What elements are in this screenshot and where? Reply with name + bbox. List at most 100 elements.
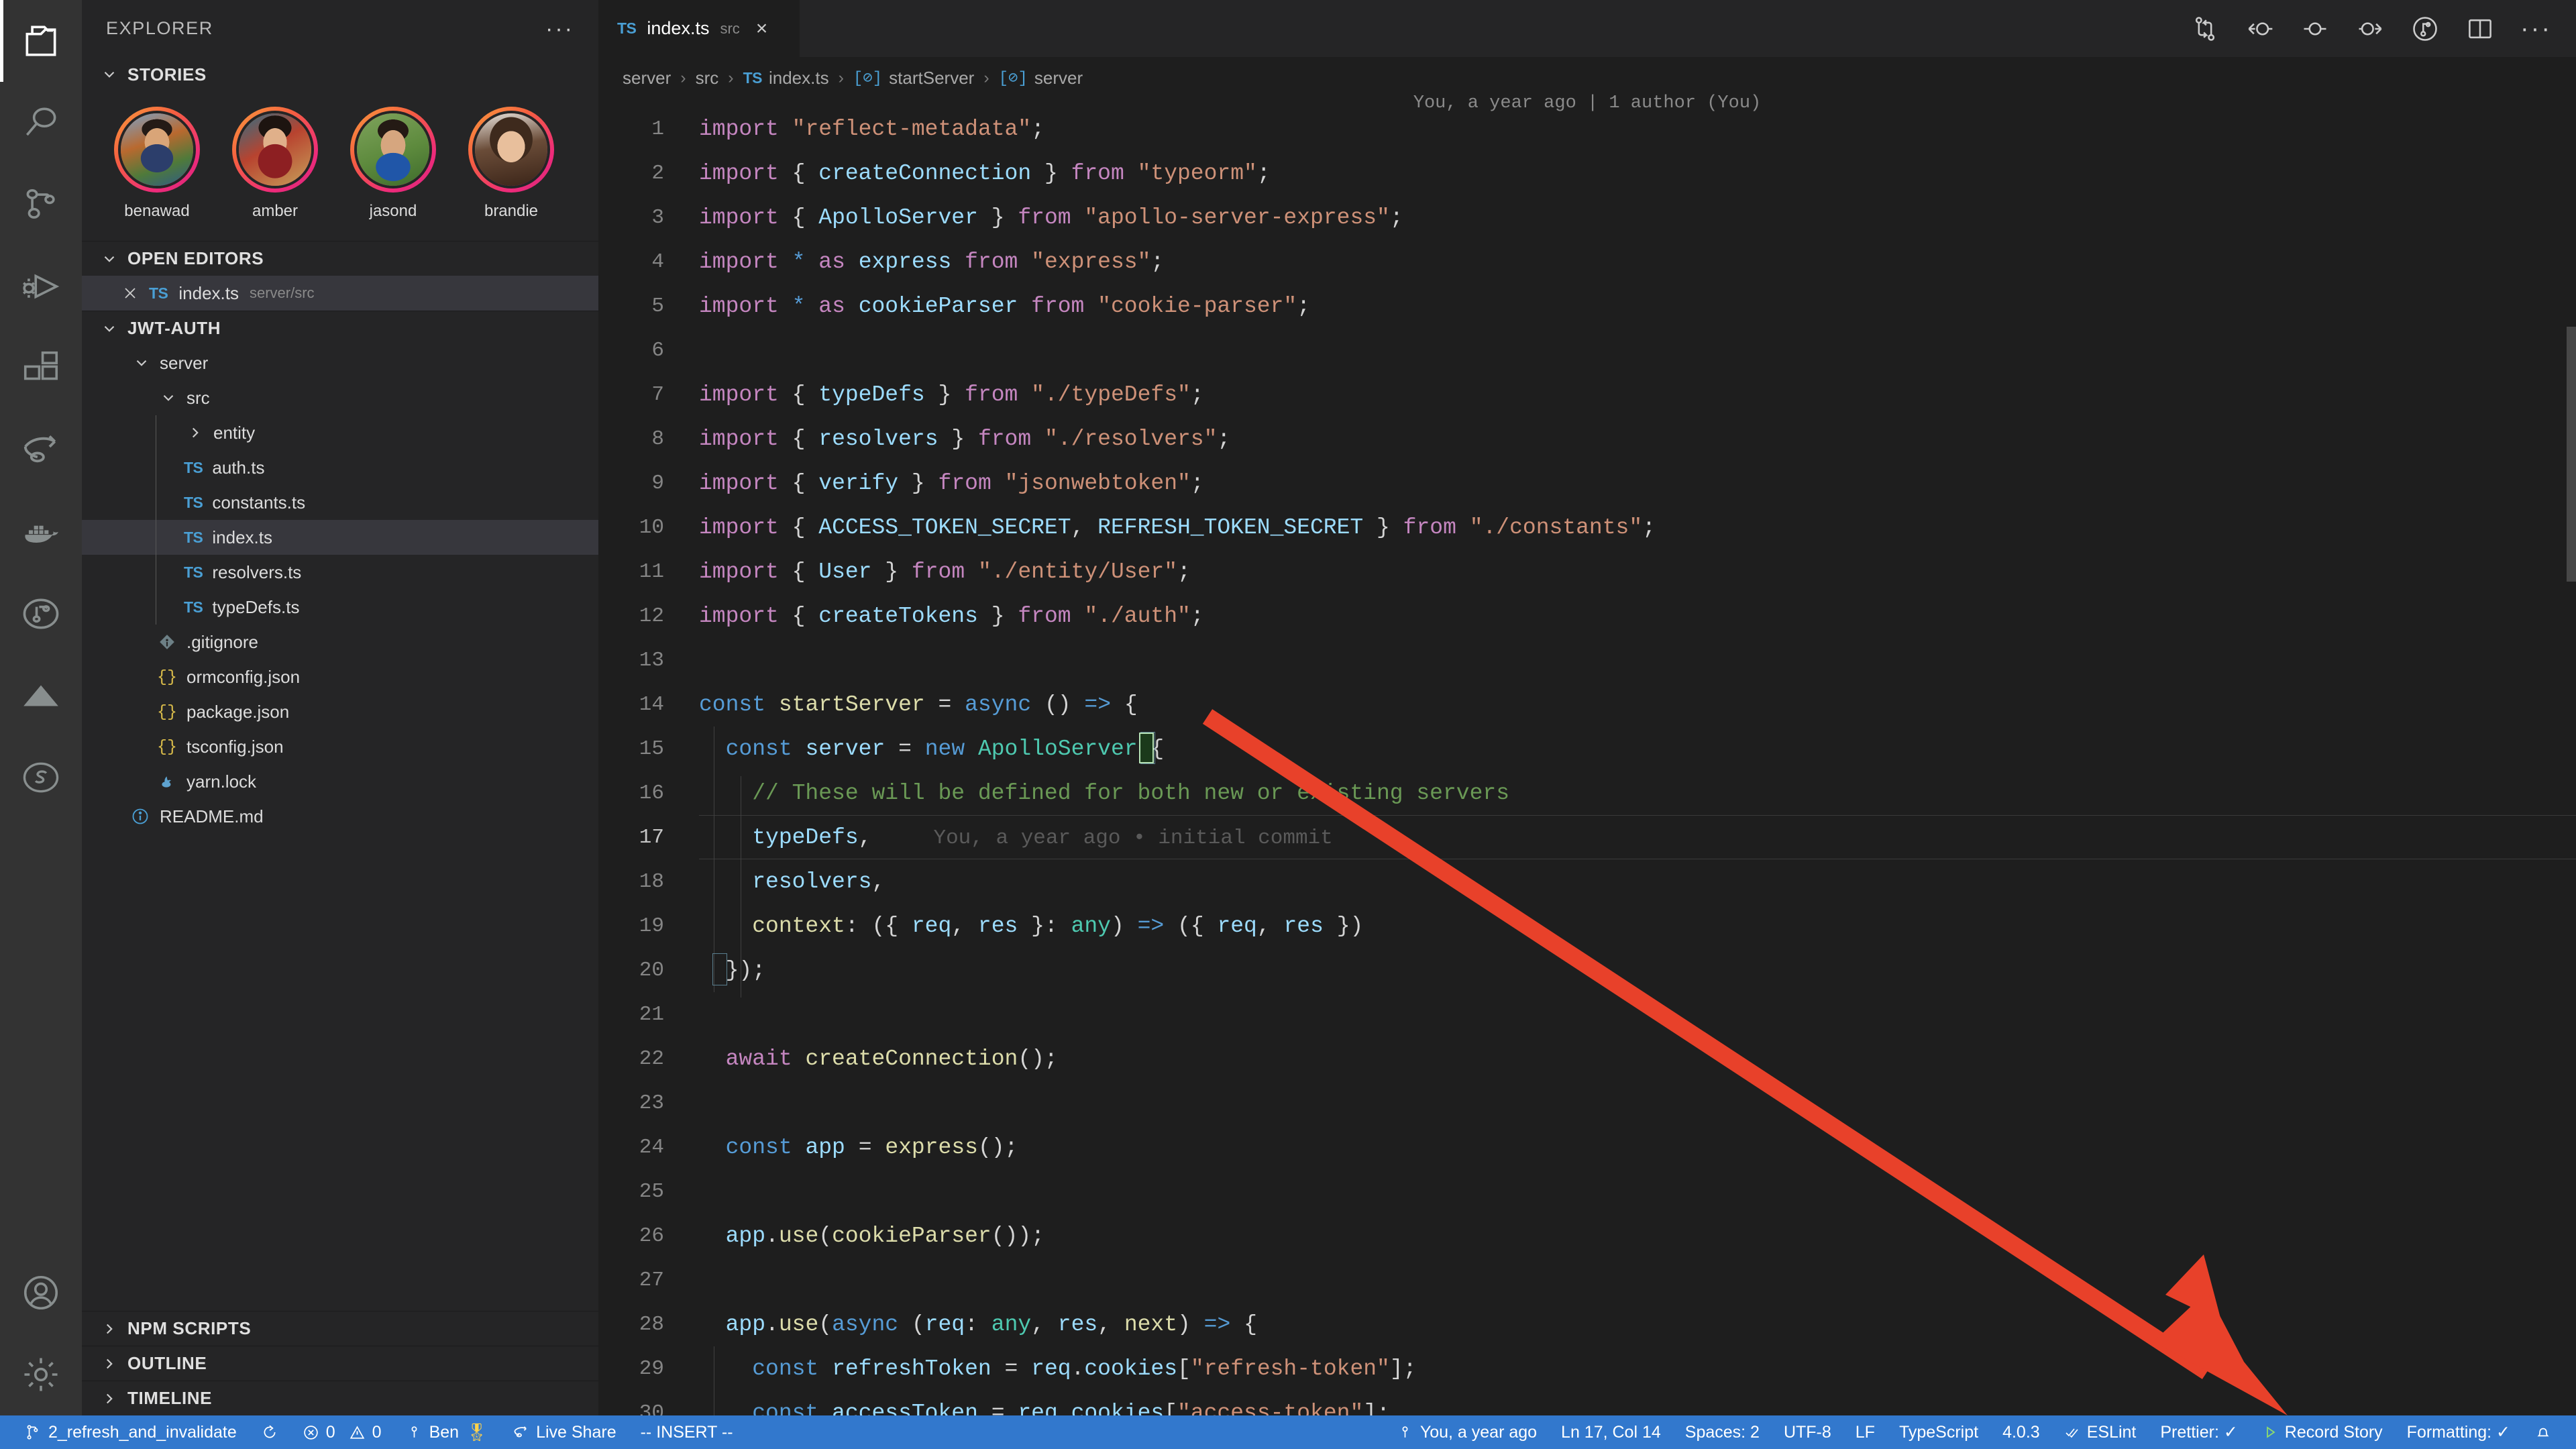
- activity-item-extensions[interactable]: [0, 327, 82, 409]
- tree-item-tsconfig-json[interactable]: {} tsconfig.json: [82, 729, 598, 764]
- tree-item-gitignore[interactable]: .gitignore: [82, 625, 598, 659]
- breadcrumb-item-src[interactable]: src: [696, 68, 719, 89]
- tree-item-src[interactable]: src: [82, 380, 598, 415]
- status-eol[interactable]: LF: [1843, 1423, 1887, 1442]
- tree-item-typedefs-ts[interactable]: TS typeDefs.ts: [82, 590, 598, 625]
- more-actions-icon[interactable]: ···: [2520, 26, 2552, 32]
- close-icon[interactable]: [122, 285, 138, 301]
- code-line[interactable]: 26 app.use(cookieParser());: [598, 1214, 2576, 1258]
- code-line[interactable]: 17 typeDefs,You, a year ago • initial co…: [598, 815, 2576, 859]
- status-eslint[interactable]: ESLint: [2052, 1423, 2149, 1442]
- code-line[interactable]: 6: [598, 328, 2576, 372]
- git-lens-icon[interactable]: [2410, 14, 2440, 44]
- activity-item-live-share[interactable]: [0, 409, 82, 491]
- code-line[interactable]: 13: [598, 638, 2576, 682]
- go-to-change-icon[interactable]: [2300, 14, 2330, 44]
- section-header-npm-scripts[interactable]: NPM SCRIPTS: [82, 1311, 598, 1346]
- activity-item-manage[interactable]: [0, 1334, 82, 1415]
- code-line[interactable]: 7import { typeDefs } from "./typeDefs";: [598, 372, 2576, 417]
- tree-item-package-json[interactable]: {} package.json: [82, 694, 598, 729]
- story-item[interactable]: amber: [229, 107, 321, 221]
- status-record-story[interactable]: Record Story: [2250, 1423, 2395, 1442]
- status-sync[interactable]: [249, 1415, 290, 1449]
- scrollbar-thumb[interactable]: [2567, 327, 2576, 582]
- tree-item-readme-md[interactable]: README.md: [82, 799, 598, 834]
- code-line[interactable]: 10import { ACCESS_TOKEN_SECRET, REFRESH_…: [598, 505, 2576, 549]
- code-line[interactable]: 9import { verify } from "jsonwebtoken";: [598, 461, 2576, 505]
- activity-item-explorer[interactable]: [0, 0, 82, 82]
- code-line[interactable]: 20 });: [598, 948, 2576, 992]
- status-formatting[interactable]: Formatting: ✓: [2395, 1422, 2522, 1442]
- tree-item-server[interactable]: server: [82, 345, 598, 380]
- status-problems[interactable]: 0 0: [290, 1415, 394, 1449]
- code-line[interactable]: 30 const accessToken = req.cookies["acce…: [598, 1391, 2576, 1415]
- status-account[interactable]: Ben 🎖: [394, 1415, 500, 1449]
- tree-item-entity[interactable]: entity: [82, 415, 598, 450]
- status-language-mode[interactable]: TypeScript: [1887, 1423, 1990, 1442]
- editor-scrollbar[interactable]: [2567, 99, 2576, 1415]
- activity-item-sass[interactable]: [0, 737, 82, 818]
- tab-index-ts[interactable]: TS index.ts src ×: [598, 0, 800, 57]
- section-header-timeline[interactable]: TIMELINE: [82, 1381, 598, 1415]
- status-live-share[interactable]: Live Share: [500, 1415, 629, 1449]
- code-line[interactable]: 12import { createTokens } from "./auth";: [598, 594, 2576, 638]
- code-line[interactable]: 19 context: ({ req, res }: any) => ({ re…: [598, 904, 2576, 948]
- code-line[interactable]: 25: [598, 1169, 2576, 1214]
- status-cursor-position[interactable]: Ln 17, Col 14: [1549, 1423, 1673, 1442]
- status-ts-version[interactable]: 4.0.3: [1990, 1423, 2052, 1442]
- code-line[interactable]: 1import "reflect-metadata";: [598, 107, 2576, 151]
- code-line[interactable]: 15 const server = new ApolloServer({: [598, 727, 2576, 771]
- code-line[interactable]: 3import { ApolloServer } from "apollo-se…: [598, 195, 2576, 239]
- code-editor[interactable]: 1import "reflect-metadata";2import { cre…: [598, 99, 2576, 1415]
- section-header-stories[interactable]: STORIES: [82, 57, 598, 92]
- tree-item-yarn-lock[interactable]: yarn.lock: [82, 764, 598, 799]
- close-icon[interactable]: ×: [756, 19, 768, 39]
- code-line[interactable]: 5import * as cookieParser from "cookie-p…: [598, 284, 2576, 328]
- code-line[interactable]: 21: [598, 992, 2576, 1036]
- activity-item-run-and-debug[interactable]: [0, 246, 82, 327]
- code-line[interactable]: 18 resolvers,: [598, 859, 2576, 904]
- status-branch[interactable]: 2_refresh_and_invalidate: [12, 1415, 249, 1449]
- code-line[interactable]: 11import { User } from "./entity/User";: [598, 549, 2576, 594]
- status-prettier[interactable]: Prettier: ✓: [2148, 1422, 2249, 1442]
- open-editor-item[interactable]: TS index.ts server/src: [82, 276, 598, 311]
- code-line[interactable]: 28 app.use(async (req: any, res, next) =…: [598, 1302, 2576, 1346]
- activity-item-git-graph[interactable]: [0, 573, 82, 655]
- code-line[interactable]: 16 // These will be defined for both new…: [598, 771, 2576, 815]
- compare-changes-icon[interactable]: [2190, 14, 2220, 44]
- activity-item-vercel[interactable]: [0, 655, 82, 737]
- breadcrumb-item-server[interactable]: server: [623, 68, 671, 89]
- tree-item-resolvers-ts[interactable]: TS resolvers.ts: [82, 555, 598, 590]
- activity-item-search[interactable]: [0, 82, 82, 164]
- go-to-previous-change-icon[interactable]: [2245, 14, 2275, 44]
- breadcrumb-item-index-ts[interactable]: TS index.ts: [743, 68, 829, 89]
- sidebar-more-actions-icon[interactable]: ···: [545, 25, 574, 32]
- code-line[interactable]: 22 await createConnection();: [598, 1036, 2576, 1081]
- breadcrumb-item-server-symbol[interactable]: [⊘] server: [999, 68, 1083, 89]
- activity-item-source-control[interactable]: [0, 164, 82, 246]
- code-line[interactable]: 2import { createConnection } from "typeo…: [598, 151, 2576, 195]
- status-encoding[interactable]: UTF-8: [1772, 1423, 1843, 1442]
- split-editor-icon[interactable]: [2465, 14, 2495, 44]
- breadcrumb-item-startserver[interactable]: [⊘] startServer: [853, 68, 974, 89]
- activity-item-accounts[interactable]: [0, 1252, 82, 1334]
- status-indentation[interactable]: Spaces: 2: [1673, 1423, 1772, 1442]
- section-header-open-editors[interactable]: OPEN EDITORS: [82, 241, 598, 276]
- code-line[interactable]: 23: [598, 1081, 2576, 1125]
- code-line[interactable]: 8import { resolvers } from "./resolvers"…: [598, 417, 2576, 461]
- go-to-next-change-icon[interactable]: [2355, 14, 2385, 44]
- code-line[interactable]: 14const startServer = async () => {: [598, 682, 2576, 727]
- status-blame[interactable]: You, a year ago: [1385, 1423, 1549, 1442]
- code-line[interactable]: 24 const app = express();: [598, 1125, 2576, 1169]
- code-line[interactable]: 27: [598, 1258, 2576, 1302]
- section-header-workspace[interactable]: JWT-AUTH: [82, 311, 598, 345]
- activity-item-docker[interactable]: [0, 491, 82, 573]
- tree-item-index-ts[interactable]: TS index.ts: [82, 520, 598, 555]
- tree-item-auth-ts[interactable]: TS auth.ts: [82, 450, 598, 485]
- tree-item-ormconfig-json[interactable]: {} ormconfig.json: [82, 659, 598, 694]
- section-header-outline[interactable]: OUTLINE: [82, 1346, 598, 1381]
- code-line[interactable]: 29 const refreshToken = req.cookies["ref…: [598, 1346, 2576, 1391]
- story-item[interactable]: benawad: [111, 107, 203, 221]
- story-item[interactable]: jasond: [347, 107, 439, 221]
- story-item[interactable]: brandie: [466, 107, 557, 221]
